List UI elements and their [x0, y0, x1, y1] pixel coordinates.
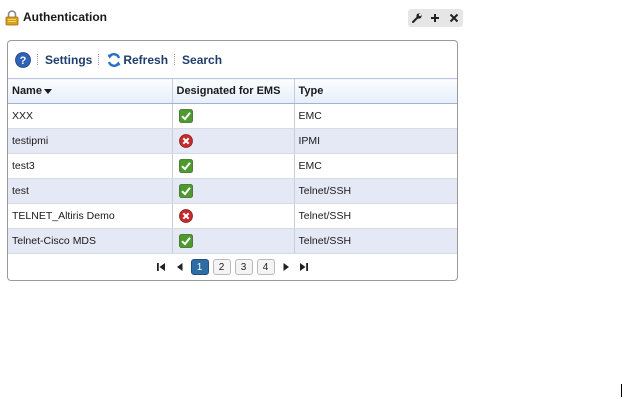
refresh-label: Refresh	[123, 52, 169, 67]
first-page-icon[interactable]	[155, 260, 169, 274]
cell-type: EMC	[293, 103, 457, 129]
svg-text:?: ?	[20, 55, 27, 67]
refresh-icon	[107, 52, 121, 67]
cell-designated-for-ems	[171, 178, 294, 204]
check-icon	[178, 184, 193, 198]
portlet-header: Authentication	[5, 9, 463, 27]
page-button-3[interactable]: 3	[234, 259, 253, 275]
cell-designated-for-ems	[171, 203, 294, 229]
cell-name: TELNET_Altiris Demo	[8, 203, 172, 229]
lock-icon	[5, 10, 19, 26]
column-header-designated-for-ems[interactable]: Designated for EMS	[171, 78, 294, 104]
table-row[interactable]: XXX EMC	[8, 103, 457, 129]
cell-name: Telnet-Cisco MDS	[8, 228, 172, 254]
column-header-type[interactable]: Type	[293, 78, 457, 104]
cell-type: Telnet/SSH	[293, 228, 457, 254]
plus-icon[interactable]	[428, 11, 442, 25]
cell-type: Telnet/SSH	[293, 178, 457, 204]
table-row[interactable]: test3 EMC	[8, 153, 457, 179]
page-button-4[interactable]: 4	[256, 259, 275, 275]
settings-button[interactable]: Settings	[45, 53, 92, 67]
table-row[interactable]: Telnet-Cisco MDS Telnet/SSH	[8, 228, 457, 254]
last-page-icon[interactable]	[297, 260, 311, 274]
cell-designated-for-ems	[171, 103, 294, 129]
text-cursor	[621, 384, 622, 397]
check-icon	[178, 234, 193, 248]
table-header-row: Name Designated for EMS Type	[8, 78, 457, 104]
error-icon	[178, 209, 193, 223]
toolbar-separator	[37, 54, 39, 65]
error-icon	[178, 134, 193, 148]
portlet-title: Authentication	[23, 10, 107, 24]
cell-type: Telnet/SSH	[293, 203, 457, 229]
refresh-button[interactable]: Refresh	[106, 52, 168, 68]
cell-designated-for-ems	[171, 128, 294, 154]
check-icon	[178, 159, 193, 173]
prev-page-icon[interactable]	[173, 260, 187, 274]
pagination: 1234	[8, 255, 457, 279]
toolbar: ? Settings Refresh Search	[8, 41, 457, 78]
cell-name: test3	[8, 153, 172, 179]
cell-type: IPMI	[293, 128, 457, 154]
table-row[interactable]: TELNET_Altiris Demo Telnet/SSH	[8, 203, 457, 229]
authentication-table: Name Designated for EMS Type XXX EMC testi…	[8, 78, 457, 254]
close-icon[interactable]	[447, 11, 461, 25]
table-row[interactable]: testipmi IPMI	[8, 128, 457, 154]
sort-descending-icon	[43, 88, 52, 94]
wrench-icon[interactable]	[410, 11, 424, 25]
next-page-icon[interactable]	[279, 260, 293, 274]
portlet-controls	[408, 9, 463, 27]
cell-name: XXX	[8, 103, 172, 129]
toolbar-separator	[174, 54, 176, 65]
authentication-panel: ? Settings Refresh Search Name Designate	[7, 40, 458, 281]
cell-designated-for-ems	[171, 228, 294, 254]
search-button[interactable]: Search	[182, 53, 222, 67]
cell-designated-for-ems	[171, 153, 294, 179]
toolbar-separator	[98, 54, 100, 65]
page-buttons: 1234	[189, 259, 277, 275]
column-header-name[interactable]: Name	[8, 78, 172, 104]
table-row[interactable]: test Telnet/SSH	[8, 178, 457, 204]
cell-type: EMC	[293, 153, 457, 179]
cell-name: testipmi	[8, 128, 172, 154]
help-icon[interactable]: ?	[15, 51, 31, 68]
cell-name: test	[8, 178, 172, 204]
page-button-2[interactable]: 2	[212, 259, 231, 275]
check-icon	[178, 109, 193, 123]
page-button-1[interactable]: 1	[190, 259, 209, 275]
